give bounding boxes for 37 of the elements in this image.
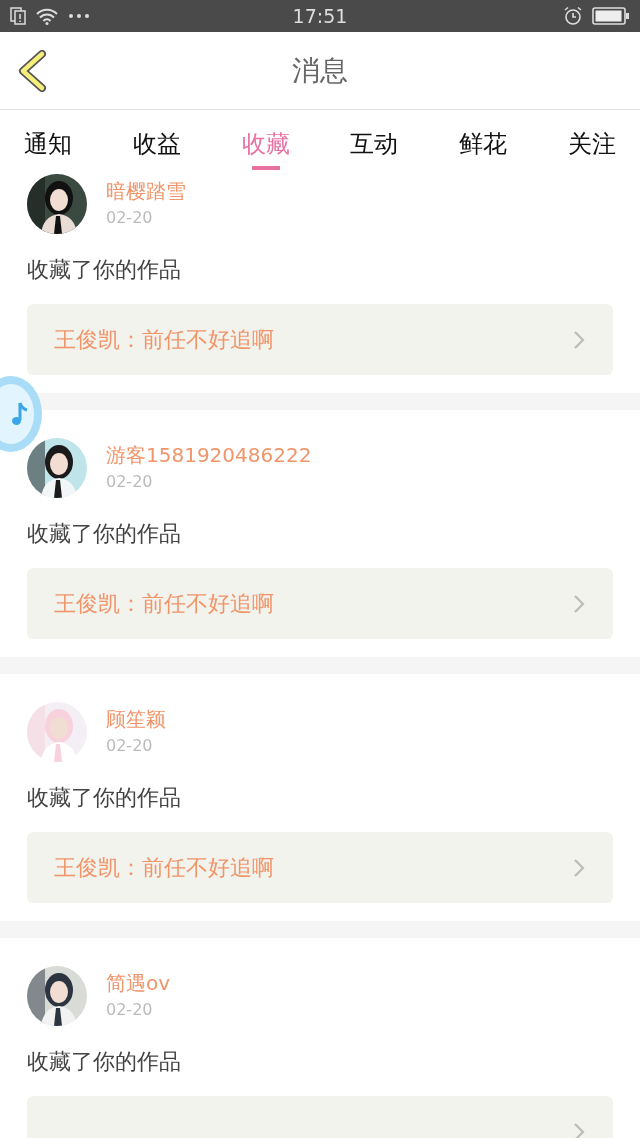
page-title: 消息	[292, 52, 348, 89]
user-name[interactable]: 顾笙颖	[106, 706, 166, 732]
tab[interactable]: 通知	[24, 115, 72, 170]
tab[interactable]: 关注	[568, 115, 616, 170]
chevron-right-icon	[573, 1121, 585, 1138]
user-name[interactable]: 暗樱踏雪	[106, 178, 186, 204]
chevron-right-icon	[573, 593, 585, 614]
sim-icon	[10, 7, 26, 25]
chevron-right-icon	[573, 857, 585, 878]
alarm-icon	[563, 6, 583, 26]
work-link[interactable]: 王俊凯：前任不好追啊	[27, 832, 613, 903]
work-link[interactable]: 王俊凯：前任不好追啊	[27, 568, 613, 639]
message-date: 02-20	[106, 735, 154, 757]
battery-icon	[592, 7, 630, 25]
work-title: 王俊凯：前任不好追啊	[54, 325, 274, 354]
work-title: 王俊凯：前任不好追啊	[54, 853, 274, 882]
chevron-right-icon	[573, 329, 585, 350]
user-name[interactable]: 简遇ov	[106, 970, 171, 996]
work-link[interactable]: 王俊凯：前任不好追啊	[27, 304, 613, 375]
tab[interactable]: 鲜花	[459, 115, 508, 170]
message-date: 02-20	[106, 999, 154, 1021]
message-text: 收藏了你的作品	[27, 257, 182, 283]
back-icon[interactable]	[17, 50, 47, 92]
music-note-icon	[12, 401, 28, 427]
message-text: 收藏了你的作品	[27, 785, 182, 811]
message-text: 收藏了你的作品	[27, 1049, 182, 1075]
tab[interactable]: 互动	[350, 115, 399, 170]
message-text: 收藏了你的作品	[27, 521, 182, 547]
message-date: 02-20	[106, 207, 154, 229]
user-name[interactable]: 游客1581920486222	[106, 442, 312, 468]
message-date: 02-20	[106, 471, 154, 493]
clock-time: 17:51	[292, 5, 348, 27]
wifi-icon	[35, 7, 59, 25]
work-title: 王俊凯：前任不好追啊	[54, 589, 274, 618]
tab[interactable]: 收藏	[241, 115, 290, 170]
more-icon	[68, 13, 90, 19]
tab[interactable]: 收益	[132, 115, 181, 170]
